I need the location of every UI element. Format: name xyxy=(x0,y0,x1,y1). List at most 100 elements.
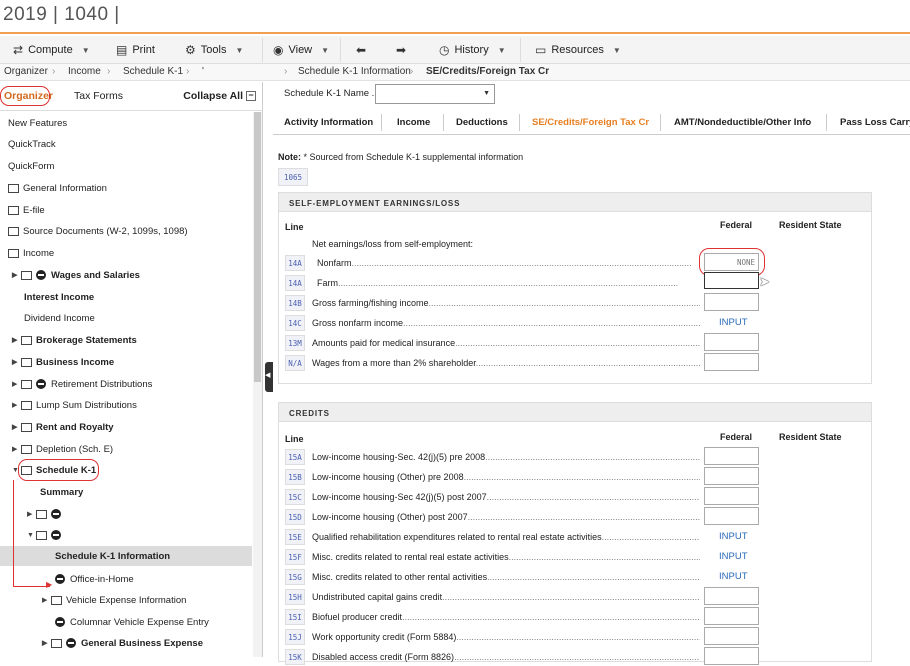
chevron-right-icon[interactable]: ▶ xyxy=(12,401,21,409)
tree-item-source-documents[interactable]: Source Documents (W-2, 1099s, 1098) xyxy=(8,221,188,241)
chevron-right-icon[interactable]: ▶ xyxy=(42,639,51,647)
input-link[interactable]: INPUT xyxy=(719,551,748,562)
tree-item-columnar-vehicle[interactable]: Columnar Vehicle Expense Entry xyxy=(55,612,209,632)
tree-item-k1-entity[interactable]: ▶ xyxy=(27,504,66,524)
tab-amt-nondeductible[interactable]: AMT/Nondeductible/Other Info xyxy=(674,117,811,128)
back-button[interactable]: ⬅ xyxy=(356,43,366,57)
tree-item-k1-information[interactable]: Schedule K-1 Information xyxy=(0,546,252,566)
breadcrumb-schedule-k1[interactable]: Schedule K-1 xyxy=(123,66,183,77)
chevron-right-icon[interactable]: ▶ xyxy=(12,423,21,431)
chevron-down-icon[interactable]: ▼ xyxy=(27,532,36,539)
toolbar: ⇄ Compute ▼ ▤ Print ⚙ Tools ▼ ◉ View ▼ ⬅… xyxy=(0,36,910,64)
minus-circle-icon xyxy=(66,638,76,648)
tools-button[interactable]: ⚙ Tools ▼ xyxy=(185,43,243,57)
tab-se-credits-foreign-tax[interactable]: SE/Credits/Foreign Tax Cr xyxy=(532,117,649,128)
resources-button[interactable]: ▭ Resources ▼ xyxy=(535,43,621,57)
federal-input[interactable] xyxy=(704,627,759,645)
collapse-all-button[interactable]: Collapse All − xyxy=(183,90,256,102)
federal-input[interactable] xyxy=(704,587,759,605)
tree-item-brokerage-statements[interactable]: ▶ Brokerage Statements xyxy=(12,330,137,350)
tab-pass-loss-carryover[interactable]: Pass Loss Carryo xyxy=(840,117,910,128)
input-link[interactable]: INPUT xyxy=(719,317,748,328)
print-button[interactable]: ▤ Print xyxy=(116,43,155,57)
credits-row-15b: 15B Low-income housing (Other) pre 2008.… xyxy=(279,466,873,486)
tree-item-interest-income[interactable]: Interest Income xyxy=(24,287,94,307)
federal-input[interactable] xyxy=(704,647,759,665)
input-link[interactable]: INPUT xyxy=(719,531,748,542)
breadcrumb-entity[interactable]: ' xyxy=(202,66,204,77)
tab-deductions[interactable]: Deductions xyxy=(456,117,508,128)
folder-icon xyxy=(8,205,19,215)
federal-input[interactable] xyxy=(704,607,759,625)
column-resident-state: Resident State xyxy=(779,432,842,442)
chevron-right-icon[interactable]: ▶ xyxy=(12,445,21,453)
k1-name-select[interactable] xyxy=(375,84,495,104)
folder-icon xyxy=(21,270,32,280)
panel-splitter[interactable] xyxy=(265,362,273,392)
line-code: 15I xyxy=(285,609,305,625)
tree-item-general-business-expense[interactable]: ▶ General Business Expense xyxy=(42,633,203,653)
tree-item-business-income[interactable]: ▶ Business Income xyxy=(12,352,114,372)
breadcrumb-organizer[interactable]: Organizer xyxy=(4,66,48,77)
input-link[interactable]: INPUT xyxy=(719,571,748,582)
tree-item-depletion[interactable]: ▶ Depletion (Sch. E) xyxy=(12,439,113,459)
chevron-right-icon[interactable]: ▶ xyxy=(42,596,51,604)
tab-income[interactable]: Income xyxy=(397,117,430,128)
federal-input[interactable] xyxy=(704,333,759,351)
federal-input[interactable] xyxy=(704,293,759,311)
chevron-right-icon[interactable]: ▶ xyxy=(27,510,36,518)
federal-input[interactable] xyxy=(704,272,759,289)
column-line: Line xyxy=(285,434,304,444)
federal-input[interactable] xyxy=(704,447,759,465)
chevron-right-icon[interactable]: ▶ xyxy=(12,336,21,344)
forward-button[interactable]: ➡ xyxy=(396,43,406,57)
tree-item-general-information[interactable]: General Information xyxy=(8,178,107,198)
tree-item-quicktrack[interactable]: QuickTrack xyxy=(8,134,56,154)
tab-activity-information[interactable]: Activity Information xyxy=(284,117,373,128)
line-code: 15B xyxy=(285,469,305,485)
tree-item-efile[interactable]: E-file xyxy=(8,200,45,220)
compute-button[interactable]: ⇄ Compute ▼ xyxy=(13,43,90,57)
history-button[interactable]: ◷ History ▼ xyxy=(439,43,506,57)
breadcrumb-income[interactable]: Income xyxy=(68,66,101,77)
tree-item-rent-and-royalty[interactable]: ▶ Rent and Royalty xyxy=(12,417,114,437)
se-row-nonfarm: 14A Nonfarm.............................… xyxy=(279,248,873,276)
credits-row-15g: 15G Misc. credits related to other renta… xyxy=(279,566,873,586)
tree-item-dividend-income[interactable]: Dividend Income xyxy=(24,308,95,328)
credits-row-15i: 15I Biofuel producer credit.............… xyxy=(279,606,873,626)
folder-icon xyxy=(21,444,32,454)
printer-icon: ▤ xyxy=(116,43,128,57)
tab-tax-forms[interactable]: Tax Forms xyxy=(74,90,123,102)
breadcrumb-k1-information[interactable]: Schedule K-1 Information xyxy=(298,66,411,77)
folder-icon xyxy=(36,530,47,540)
tree-item-k1-entity-expanded[interactable]: ▼ xyxy=(27,525,66,545)
tree-item-office-in-home[interactable]: Office-in-Home xyxy=(55,569,134,589)
federal-input[interactable] xyxy=(704,467,759,485)
view-button[interactable]: ◉ View ▼ xyxy=(273,43,329,57)
chevron-down-icon: ▼ xyxy=(81,45,90,55)
tree-item-lump-sum-distributions[interactable]: ▶ Lump Sum Distributions xyxy=(12,395,137,415)
tree-item-new-features[interactable]: New Features xyxy=(8,113,67,133)
federal-input[interactable] xyxy=(704,487,759,505)
tree-item-retirement-distributions[interactable]: ▶ Retirement Distributions xyxy=(12,374,152,394)
k1-name-row: Schedule K-1 Name ... xyxy=(284,88,380,99)
federal-input[interactable] xyxy=(704,507,759,525)
annotation-line xyxy=(13,480,15,587)
federal-input[interactable] xyxy=(704,353,759,371)
chevron-down-icon: ▼ xyxy=(497,45,506,55)
tree-item-wages-and-salaries[interactable]: ▶ Wages and Salaries xyxy=(12,265,140,285)
row-label: Misc. credits related to rental real est… xyxy=(312,552,700,562)
tree-item-quickform[interactable]: QuickForm xyxy=(8,156,54,176)
toolbar-divider xyxy=(520,38,521,62)
chevron-right-icon[interactable]: ▶ xyxy=(12,271,21,279)
row-label: Qualified rehabilitation expenditures re… xyxy=(312,532,700,542)
row-label: Gross farming/fishing income............… xyxy=(312,298,700,308)
tree-item-vehicle-expense[interactable]: ▶ Vehicle Expense Information xyxy=(42,590,186,610)
tree-item-summary[interactable]: Summary xyxy=(40,482,83,502)
left-scrollbar[interactable] xyxy=(253,112,262,657)
tree-item-income[interactable]: Income xyxy=(8,243,54,263)
chevron-right-icon[interactable]: ▶ xyxy=(12,380,21,388)
chevron-right-icon[interactable]: ▶ xyxy=(12,358,21,366)
se-row-farm: 14A Farm................................… xyxy=(279,272,873,292)
scrollbar-thumb[interactable] xyxy=(254,112,261,382)
